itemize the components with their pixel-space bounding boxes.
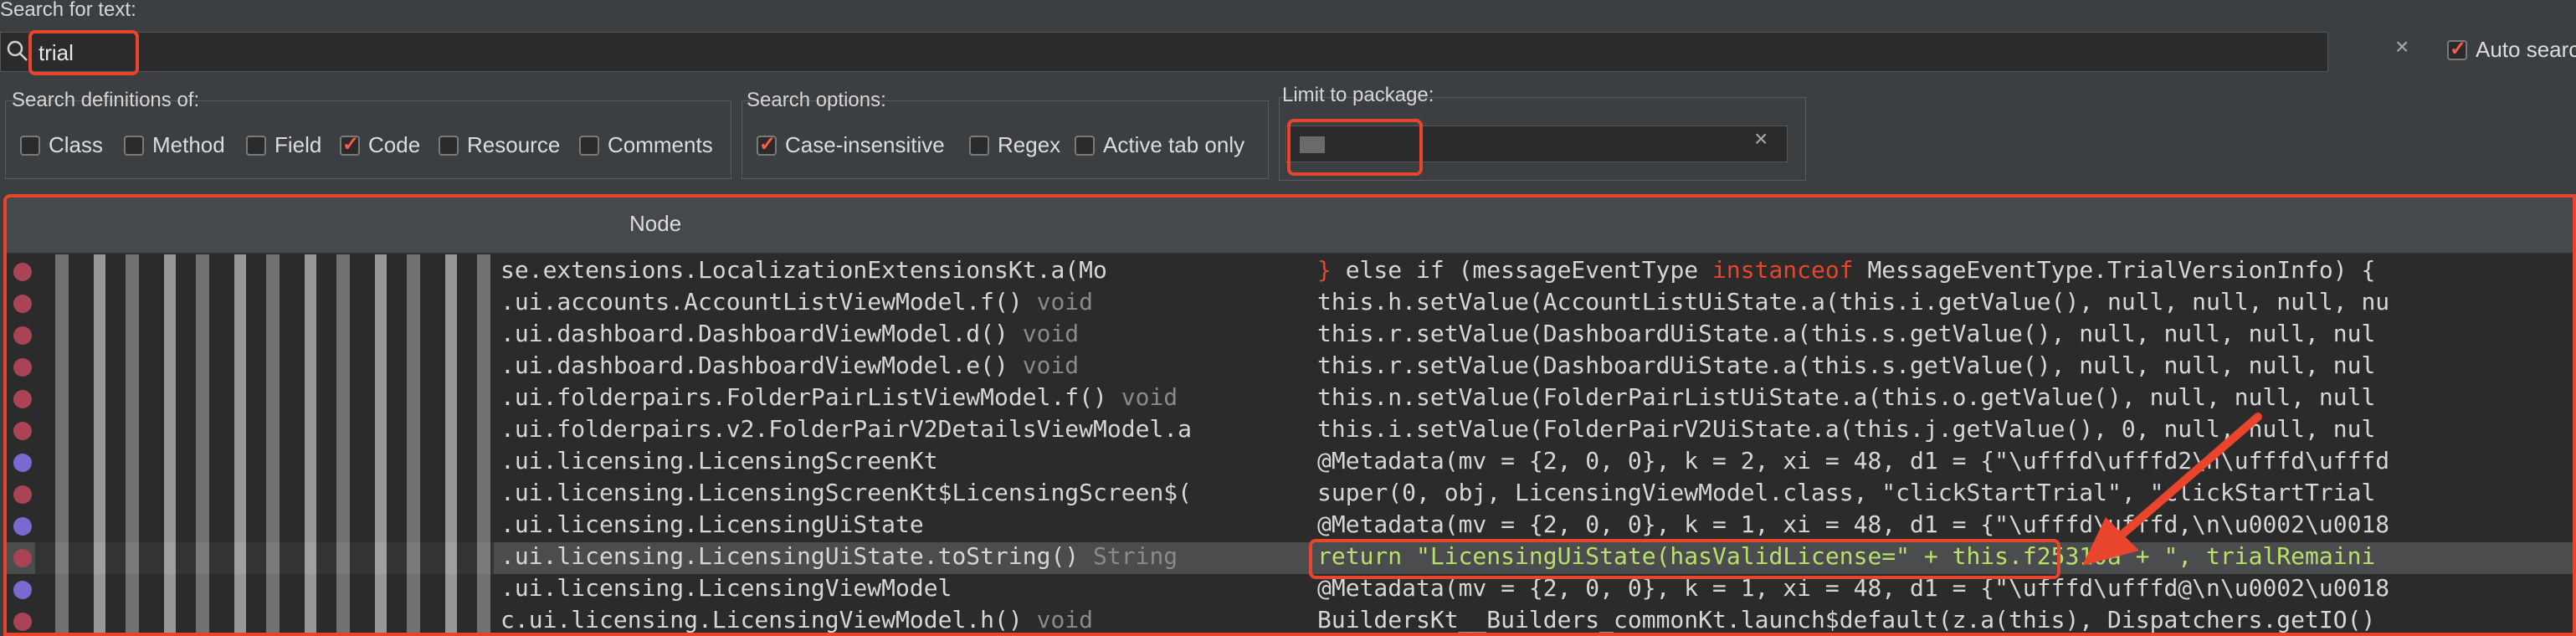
def-comments-check[interactable] — [579, 135, 599, 156]
row-node: .ui.accounts.AccountListViewModel.f() — [500, 288, 1023, 315]
class-icon — [13, 581, 32, 599]
package-label: Limit to package: — [1282, 84, 1434, 106]
method-icon — [13, 358, 32, 377]
opt-case-insensitive-label: Case-insensitive — [785, 132, 945, 157]
def-comments-label: Comments — [608, 132, 713, 157]
def-code[interactable]: Code — [340, 132, 420, 158]
def-class-label: Class — [49, 132, 104, 157]
row-node: .ui.folderpairs.FolderPairListViewModel.… — [500, 383, 1107, 411]
row-return-type: void — [1036, 288, 1094, 315]
def-field-label: Field — [275, 132, 322, 157]
clear-package-icon[interactable]: × — [1754, 126, 1768, 152]
clear-search-icon[interactable]: × — [2395, 33, 2409, 60]
def-resource[interactable]: Resource — [439, 132, 560, 158]
def-field-check[interactable] — [246, 135, 266, 156]
search-highlight — [28, 30, 139, 75]
method-icon — [13, 326, 32, 345]
class-icon — [13, 454, 32, 472]
method-icon — [13, 422, 32, 440]
search-options-label: Search options: — [747, 89, 886, 111]
row-node: .ui.licensing.LicensingScreenKt — [500, 447, 938, 474]
search-icon — [7, 40, 28, 61]
row-return-type: String — [1093, 542, 1178, 570]
method-icon — [13, 549, 32, 567]
row-code: this.h.setValue(AccountListUiState.a(thi… — [1317, 288, 2390, 315]
def-comments[interactable]: Comments — [579, 132, 713, 158]
row-node: .ui.licensing.LicensingScreenKt$Licensin… — [500, 479, 1193, 506]
package-highlight — [1287, 119, 1423, 176]
def-resource-check[interactable] — [439, 135, 459, 156]
search-input[interactable] — [37, 35, 2300, 70]
opt-active-tab[interactable]: Active tab only — [1075, 132, 1244, 158]
def-field[interactable]: Field — [246, 132, 321, 158]
method-icon — [13, 613, 32, 631]
opt-case-insensitive-check[interactable] — [757, 132, 777, 156]
def-method-check[interactable] — [124, 135, 144, 156]
row-node: .ui.dashboard.DashboardViewModel.d() — [500, 320, 1008, 347]
row-return-type: void — [1022, 320, 1080, 347]
def-code-label: Code — [368, 132, 421, 157]
class-icon — [13, 485, 32, 504]
arrow-icon — [2082, 413, 2262, 566]
code-highlight — [1309, 539, 2060, 579]
row-node: .ui.licensing.LicensingUiState.toString(… — [500, 542, 1080, 570]
results-header: Node — [7, 197, 2573, 254]
definitions-label: Search definitions of: — [12, 89, 200, 111]
row-node: se.extensions.LocalizationExtensionsKt.a… — [500, 256, 1107, 284]
opt-active-tab-check[interactable] — [1075, 135, 1095, 156]
auto-search-label: Auto search — [2476, 37, 2576, 62]
row-node: c.ui.licensing.LicensingViewModel.h() — [500, 606, 1023, 633]
def-method-label: Method — [152, 132, 225, 157]
row-code: BuildersKt__Builders_commonKt.launch$def… — [1317, 606, 2376, 633]
def-method[interactable]: Method — [124, 132, 225, 158]
opt-regex[interactable]: Regex — [969, 132, 1060, 158]
auto-search-check[interactable] — [2447, 37, 2467, 61]
row-node: .ui.folderpairs.v2.FolderPairV2DetailsVi… — [500, 415, 1193, 443]
results-panel: Node se.extensions.LocalizationExtension… — [3, 194, 2576, 636]
def-resource-label: Resource — [467, 132, 561, 157]
auto-search-checkbox[interactable]: Auto search — [2447, 37, 2576, 63]
class-icon — [13, 263, 32, 281]
opt-case-insensitive[interactable]: Case-insensitive — [757, 132, 945, 158]
method-icon — [13, 295, 32, 313]
pixelated-redaction — [35, 254, 494, 633]
def-class[interactable]: Class — [20, 132, 103, 158]
search-label: Search for text: — [0, 0, 136, 21]
def-class-check[interactable] — [20, 135, 40, 156]
row-node: .ui.dashboard.DashboardViewModel.e() — [500, 351, 1008, 379]
def-code-check[interactable] — [340, 132, 360, 156]
row-node: .ui.licensing.LicensingViewModel — [500, 574, 952, 602]
row-return-type: void — [1022, 351, 1080, 379]
opt-active-tab-label: Active tab only — [1103, 132, 1245, 157]
node-column-header[interactable]: Node — [629, 211, 681, 237]
row-node: .ui.licensing.LicensingUiState — [500, 510, 924, 538]
opt-regex-check[interactable] — [969, 135, 989, 156]
method-icon — [13, 390, 32, 408]
row-code: this.r.setValue(DashboardUiState.a(this.… — [1317, 351, 2376, 379]
opt-regex-label: Regex — [998, 132, 1061, 157]
row-return-type: void — [1121, 383, 1178, 411]
row-code: this.r.setValue(DashboardUiState.a(this.… — [1317, 320, 2376, 347]
class-icon — [13, 517, 32, 536]
row-return-type: void — [1036, 606, 1094, 633]
